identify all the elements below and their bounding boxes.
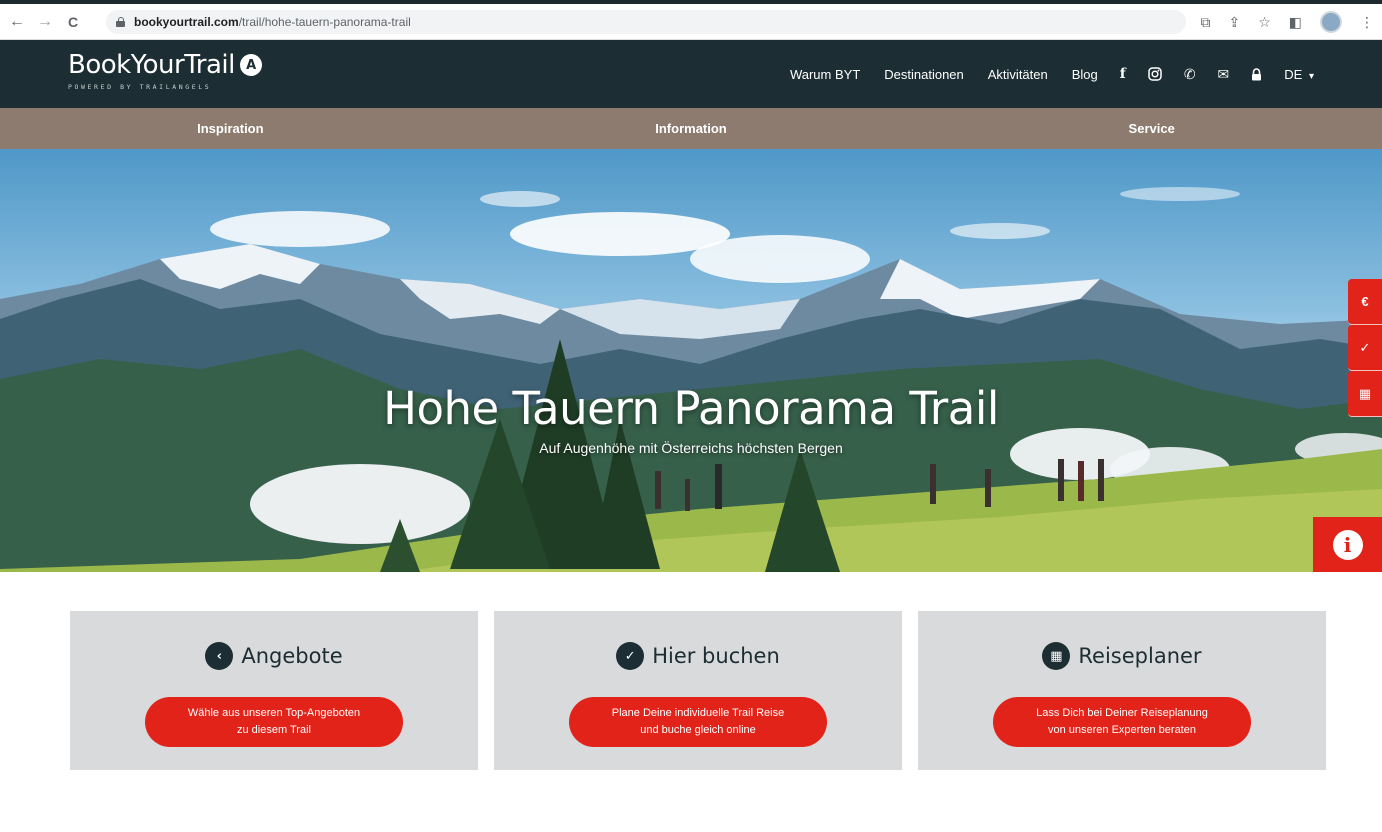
button-line-2: von unseren Experten beraten bbox=[1047, 724, 1196, 736]
hero-banner: Hohe Tauern Panorama Trail Auf Augenhöhe… bbox=[0, 149, 1382, 572]
facebook-icon[interactable]: f bbox=[1120, 66, 1126, 82]
url-host: bookyourtrail.com bbox=[134, 15, 239, 29]
button-line-1: Lass Dich bei Deiner Reiseplanung bbox=[1036, 707, 1208, 719]
share-icon[interactable]: ⇪ bbox=[1228, 14, 1240, 31]
reload-icon[interactable]: C bbox=[62, 11, 84, 33]
button-line-1: Wähle aus unseren Top-Angeboten bbox=[187, 707, 361, 719]
hero-title: Hohe Tauern Panorama Trail bbox=[383, 382, 999, 435]
side-tab-planner-map-icon[interactable]: ▦ bbox=[1348, 371, 1382, 417]
logo-text: BookYourTrail bbox=[68, 50, 235, 80]
nav-aktivitaeten[interactable]: Aktivitäten bbox=[988, 67, 1048, 82]
side-tab-offers-euro-icon[interactable]: € bbox=[1348, 279, 1382, 325]
back-arrow-icon[interactable]: ← bbox=[6, 11, 28, 33]
button-line-2: und buche gleich online bbox=[640, 724, 756, 736]
button-line-1: Plane Deine individuelle Trail Reise bbox=[611, 707, 785, 719]
angebote-button[interactable]: Wähle aus unseren Top-Angeboten zu diesem… bbox=[145, 697, 403, 747]
hero-subtitle: Auf Augenhöhe mit Österreichs höchsten B… bbox=[539, 440, 843, 456]
card-title: Angebote bbox=[241, 644, 343, 668]
button-line-2: zu diesem Trail bbox=[237, 724, 311, 736]
site-header: BookYourTrail A POWERED BY TRAILANGELS W… bbox=[0, 40, 1382, 108]
phone-icon[interactable]: ✆ bbox=[1184, 66, 1196, 83]
logo[interactable]: BookYourTrail A POWERED BY TRAILANGELS bbox=[68, 50, 262, 91]
language-label: DE bbox=[1284, 66, 1303, 82]
nav-destinationen[interactable]: Destinationen bbox=[884, 67, 964, 82]
chevron-left-icon: ‹ bbox=[205, 642, 234, 670]
card-hier-buchen: ✓ Hier buchen Plane Deine individuelle T… bbox=[494, 611, 902, 770]
language-select[interactable]: DE ▾ bbox=[1284, 67, 1314, 82]
subnav-service[interactable]: Service bbox=[921, 108, 1382, 149]
lock-icon[interactable] bbox=[116, 17, 125, 27]
browser-toolbar: ← → C bookyourtrail.com/trail/hohe-tauer… bbox=[0, 4, 1382, 40]
url-path: /trail/hohe-tauern-panorama-trail bbox=[238, 15, 411, 29]
info-button[interactable]: i bbox=[1313, 517, 1382, 572]
address-bar[interactable]: bookyourtrail.com/trail/hohe-tauern-pano… bbox=[106, 10, 1186, 34]
side-tabs: € ✓ ▦ bbox=[1348, 279, 1382, 417]
subnav-inspiration[interactable]: Inspiration bbox=[0, 108, 461, 149]
logo-badge-icon: A bbox=[239, 54, 262, 76]
subnav-information[interactable]: Information bbox=[461, 108, 922, 149]
card-title: Reiseplaner bbox=[1078, 644, 1202, 668]
star-icon[interactable]: ☆ bbox=[1258, 14, 1271, 31]
logo-tagline: POWERED BY TRAILANGELS bbox=[68, 83, 212, 91]
nav-blog[interactable]: Blog bbox=[1072, 67, 1098, 82]
card-angebote: ‹ Angebote Wähle aus unseren Top-Angebot… bbox=[70, 611, 478, 770]
nav-warum-byt[interactable]: Warum BYT bbox=[790, 67, 860, 82]
hero-landscape-image bbox=[0, 187, 1382, 572]
lock-icon[interactable] bbox=[1251, 67, 1262, 81]
forward-arrow-icon[interactable]: → bbox=[34, 11, 56, 33]
reiseplaner-button[interactable]: Lass Dich bei Deiner Reiseplanung von uns… bbox=[993, 697, 1251, 747]
instagram-icon[interactable] bbox=[1148, 67, 1162, 81]
side-tab-book-check-icon[interactable]: ✓ bbox=[1348, 325, 1382, 371]
install-icon[interactable]: ⧉ bbox=[1200, 14, 1210, 31]
browser-actions: ⧉ ⇪ ☆ ◧ ⋮ bbox=[1200, 8, 1374, 36]
hier-buchen-button[interactable]: Plane Deine individuelle Trail Reise und … bbox=[569, 697, 827, 747]
sidepanel-icon[interactable]: ◧ bbox=[1289, 14, 1302, 31]
card-reiseplaner: ▦ Reiseplaner Lass Dich bei Deiner Reise… bbox=[918, 611, 1326, 770]
sub-nav: Inspiration Information Service bbox=[0, 108, 1382, 149]
check-icon: ✓ bbox=[616, 642, 645, 670]
chevron-down-icon: ▾ bbox=[1308, 70, 1314, 82]
main-nav: Warum BYT Destinationen Aktivitäten Blog… bbox=[790, 40, 1314, 108]
card-title: Hier buchen bbox=[652, 644, 780, 668]
menu-icon[interactable]: ⋮ bbox=[1360, 14, 1374, 31]
profile-avatar[interactable] bbox=[1320, 11, 1342, 33]
mail-icon[interactable]: ✉ bbox=[1218, 66, 1230, 83]
info-icon: i bbox=[1332, 529, 1363, 560]
map-icon: ▦ bbox=[1042, 642, 1071, 670]
